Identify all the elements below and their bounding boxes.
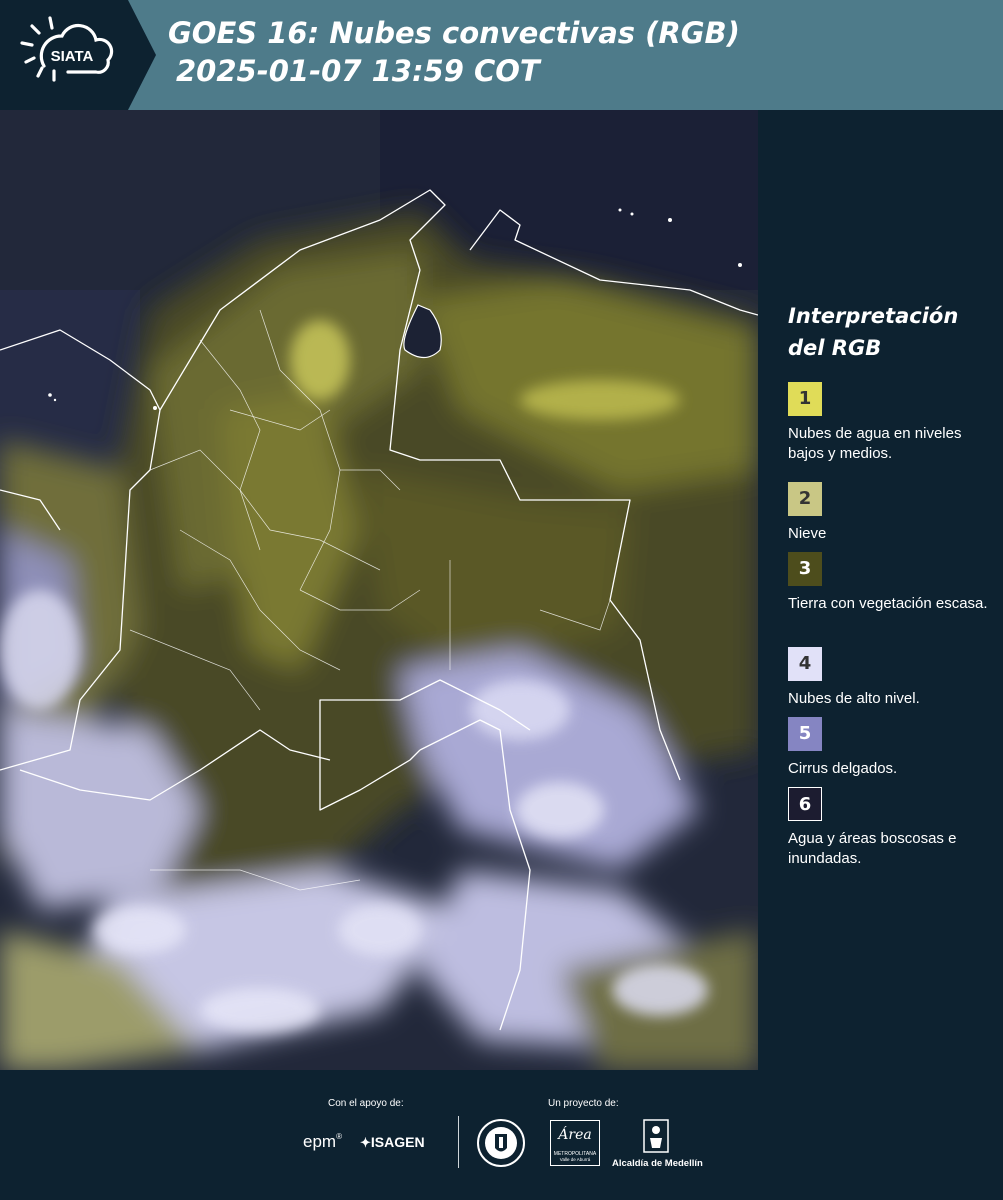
- isagen-logo-text: ISAGEN: [370, 1134, 425, 1150]
- epm-logo-text: epm: [303, 1132, 337, 1151]
- legend-item-3: 3 Tierra con vegetación escasa.: [788, 552, 988, 614]
- alcaldia-crest: [641, 1118, 671, 1159]
- legend-item-6: 6 Agua y áreas boscosas e inundadas.: [788, 787, 988, 869]
- footer: Con el apoyo de: Un proyecto de: epm® ✦I…: [0, 1070, 1003, 1200]
- header-bar: SIATA GOES 16: Nubes convectivas (RGB) 2…: [0, 0, 1003, 110]
- legend-item-5: 5 Cirrus delgados.: [788, 717, 988, 779]
- isagen-logo: ✦ISAGEN: [360, 1134, 425, 1151]
- support-label: Con el apoyo de:: [328, 1098, 404, 1109]
- footer-divider: [458, 1116, 459, 1168]
- legend-label-6: Agua y áreas boscosas e inundadas.: [788, 830, 957, 867]
- title-line-1: GOES 16: Nubes convectivas (RGB): [168, 16, 740, 50]
- legend-item-1: 1 Nubes de agua en niveles bajos y medios…: [788, 382, 988, 464]
- legend-swatch-6: 6: [788, 787, 822, 821]
- area-metropolitana-logo: Área METROPOLITANA Valle de Aburrá: [550, 1120, 600, 1166]
- isagen-star-icon: ✦: [360, 1135, 371, 1150]
- area-logo-text: Área: [558, 1127, 592, 1143]
- legend-label-2: Nieve: [788, 525, 827, 542]
- legend-label-5: Cirrus delgados.: [788, 760, 898, 777]
- medellin-seal: [476, 1118, 526, 1173]
- legend-label-1: Nubes de agua en niveles bajos y medios.: [788, 425, 962, 462]
- legend-swatch-3: 3: [788, 552, 822, 586]
- legend-swatch-4: 4: [788, 647, 822, 681]
- project-label: Un proyecto de:: [548, 1098, 619, 1109]
- title-line-2: 2025-01-07 13:59 COT: [176, 54, 540, 88]
- legend-label-4: Nubes de alto nivel.: [788, 690, 920, 707]
- valle-text: Valle de Aburrá: [559, 1157, 591, 1162]
- legend-item-4: 4 Nubes de alto nivel.: [788, 647, 988, 709]
- legend-swatch-1: 1: [788, 382, 822, 416]
- legend-item-2: 2 Nieve: [788, 482, 988, 544]
- legend-panel: Interpretación del RGB 1 Nubes de agua en…: [758, 110, 1003, 1070]
- siata-logo[interactable]: SIATA: [0, 0, 158, 110]
- satellite-map[interactable]: [0, 110, 759, 1070]
- alcaldia-text: Alcaldía de Medellín: [612, 1158, 703, 1169]
- legend-title-line-2: del RGB: [788, 336, 882, 360]
- siata-logo-text: SIATA: [51, 48, 94, 65]
- legend-label-3: Tierra con vegetación escasa.: [788, 595, 988, 612]
- page-title: GOES 16: Nubes convectivas (RGB) 2025-01…: [168, 14, 740, 90]
- legend-title-line-1: Interpretación: [788, 304, 959, 328]
- legend-swatch-5: 5: [788, 717, 822, 751]
- legend-swatch-2: 2: [788, 482, 822, 516]
- epm-logo: epm®: [303, 1132, 342, 1151]
- legend-title: Interpretación del RGB: [788, 300, 958, 364]
